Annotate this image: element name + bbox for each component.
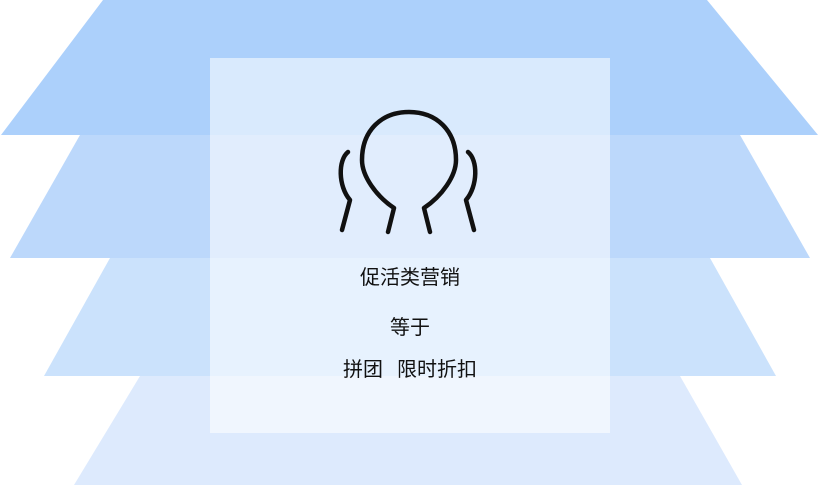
example-group-buy: 拼团: [343, 357, 383, 381]
card-examples: 拼团 限时折扣: [210, 356, 610, 382]
card-connector: 等于: [390, 315, 430, 339]
people-group-icon: [338, 109, 478, 235]
card-title: 促活类营销: [360, 265, 460, 289]
layered-diagram: 促活类营销 等于 拼团 限时折扣: [0, 0, 819, 485]
example-limited-discount: 限时折扣: [397, 357, 477, 381]
info-card: 促活类营销 等于 拼团 限时折扣: [210, 58, 610, 433]
